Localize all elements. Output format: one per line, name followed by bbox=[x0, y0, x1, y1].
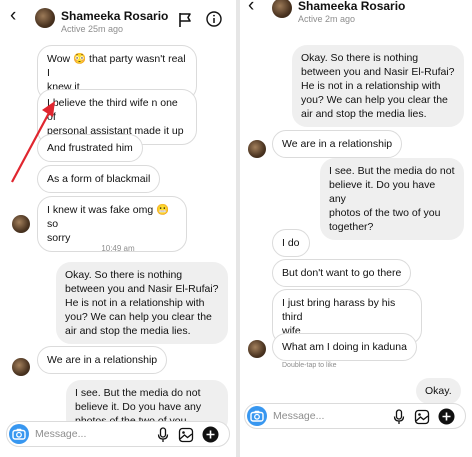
microphone-icon[interactable] bbox=[393, 409, 405, 425]
outgoing-message[interactable]: Okay. bbox=[416, 378, 461, 404]
contact-avatar[interactable] bbox=[272, 0, 292, 18]
message-line: photos of the two of you bbox=[329, 207, 441, 219]
camera-icon[interactable] bbox=[247, 406, 267, 426]
message-text: We are in a relationship bbox=[282, 138, 393, 150]
message-line: air and stop the media lies. bbox=[301, 108, 427, 120]
left-chat-screenshot: ‹ Shameeka Rosario Active 25m ago Wow 😳 … bbox=[0, 0, 236, 457]
message-line: between you and Nasir El-Rufai? bbox=[301, 66, 455, 78]
message-text: But don't want to go there bbox=[282, 267, 402, 279]
gallery-icon[interactable] bbox=[414, 409, 430, 425]
incoming-message[interactable]: We are in a relationship bbox=[272, 130, 403, 158]
red-annotation-arrow bbox=[11, 101, 55, 183]
chat-header: ‹ Shameeka Rosario Active 2m ago bbox=[240, 0, 472, 28]
add-icon[interactable] bbox=[438, 408, 455, 425]
message-line: I see. But the media do not bbox=[329, 165, 455, 177]
message-line: I just bring harass by his third bbox=[282, 297, 396, 323]
message-composer[interactable]: Message... bbox=[244, 403, 466, 429]
message-input[interactable]: Message... bbox=[273, 410, 324, 422]
message-line: Okay. So there is nothing bbox=[301, 52, 419, 64]
incoming-message[interactable]: But don't want to go there bbox=[272, 259, 412, 287]
active-status: Active 2m ago bbox=[298, 14, 356, 24]
sender-avatar[interactable] bbox=[248, 340, 266, 358]
incoming-message[interactable]: What am I doing in kaduna bbox=[272, 333, 417, 361]
message-text: I do bbox=[282, 237, 300, 249]
message-line: you? We can help you clear the bbox=[301, 94, 448, 106]
outgoing-message[interactable]: Okay. So there is nothing between you an… bbox=[292, 45, 464, 127]
outgoing-message[interactable]: I see. But the media do not believe it. … bbox=[320, 158, 464, 240]
message-line: believe it. Do you have any bbox=[329, 179, 436, 205]
message-text: What am I doing in kaduna bbox=[282, 341, 407, 353]
sender-avatar[interactable] bbox=[248, 140, 266, 158]
double-tap-hint: Double-tap to like bbox=[282, 362, 337, 369]
contact-name[interactable]: Shameeka Rosario bbox=[298, 0, 405, 13]
message-line: together? bbox=[329, 221, 374, 233]
incoming-message[interactable]: I do bbox=[272, 229, 310, 257]
back-arrow-icon[interactable]: ‹ bbox=[248, 0, 254, 15]
right-chat-screenshot: ‹ Shameeka Rosario Active 2m ago Okay. S… bbox=[240, 0, 472, 457]
message-text: Okay. bbox=[425, 385, 452, 397]
message-line: He is not in a relationship with bbox=[301, 80, 441, 92]
